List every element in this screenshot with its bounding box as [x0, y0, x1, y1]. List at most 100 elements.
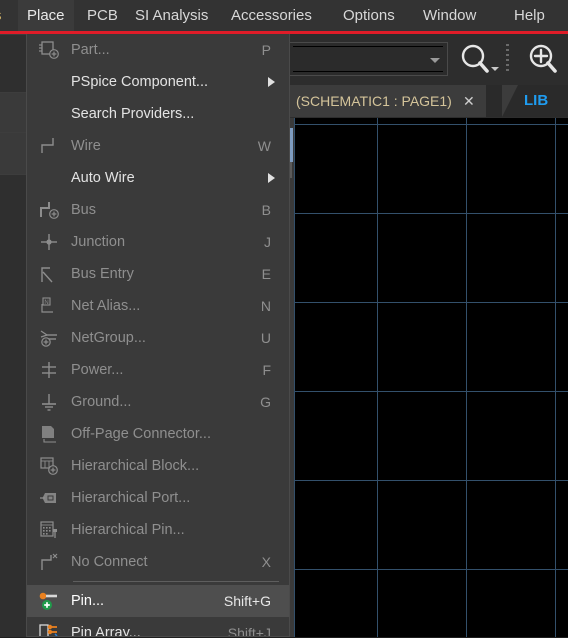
- close-icon[interactable]: ✕: [462, 93, 476, 109]
- menubar-item-si-analysis[interactable]: SI Analysis: [126, 0, 217, 31]
- menu-item-label: NetGroup...: [71, 330, 146, 346]
- menu-item-label: No Connect: [71, 554, 148, 570]
- menu-item-auto-wire[interactable]: Auto Wire: [27, 162, 289, 194]
- menu-item-shortcut: J: [264, 234, 271, 250]
- off-page-connector-icon: [27, 418, 71, 450]
- menu-item-hierarchical-port[interactable]: Hierarchical Port...: [27, 482, 289, 514]
- search-button[interactable]: [454, 39, 496, 81]
- menu-item-label: Hierarchical Port...: [71, 490, 191, 506]
- menu-item-shortcut: P: [261, 42, 271, 58]
- place-dropdown-menu: Part... P PSpice Component... Search Pro…: [26, 34, 290, 637]
- menu-item-junction[interactable]: Junction J: [27, 226, 289, 258]
- menubar-item-window[interactable]: Window: [414, 0, 485, 31]
- menu-item-hierarchical-pin[interactable]: Hierarchical Pin...: [27, 514, 289, 546]
- menu-item-label: Bus: [71, 202, 96, 218]
- menubar-item-help[interactable]: Help: [505, 0, 554, 31]
- junction-icon: [27, 226, 71, 258]
- menu-item-ground[interactable]: Ground... G: [27, 386, 289, 418]
- menu-item-bus[interactable]: Bus B: [27, 194, 289, 226]
- menubar: s Place PCB SI Analysis Accessories Opti…: [0, 0, 568, 34]
- menu-item-label: Junction: [71, 234, 126, 250]
- menu-item-label: Ground...: [71, 394, 132, 410]
- pin-array-icon: [27, 617, 71, 636]
- menubar-item-accessories[interactable]: Accessories: [222, 0, 321, 31]
- menubar-item-place[interactable]: Place: [18, 0, 74, 31]
- chevron-down-icon[interactable]: [430, 58, 440, 63]
- menubar-item-truncated[interactable]: s: [0, 0, 4, 31]
- chevron-right-icon: [268, 77, 275, 87]
- zoom-in-button[interactable]: [522, 39, 564, 81]
- application-window: CSDN @怡步晓心I (SCHEMATIC1: [0, 0, 568, 637]
- power-icon: [27, 354, 71, 386]
- menu-item-pspice-component[interactable]: PSpice Component...: [27, 66, 289, 98]
- tab-schematic1-page1[interactable]: (SCHEMATIC1 : PAGE1) ✕: [288, 85, 486, 117]
- menu-item-netgroup[interactable]: NetGroup... U: [27, 322, 289, 354]
- wire-icon: [27, 130, 71, 162]
- menu-item-part[interactable]: Part... P: [27, 34, 289, 66]
- tab-lib[interactable]: LIB: [524, 85, 548, 117]
- no-icon: [27, 66, 71, 98]
- menu-item-shortcut: F: [262, 362, 271, 378]
- menu-separator: [27, 578, 289, 585]
- menu-item-bus-entry[interactable]: Bus Entry E: [27, 258, 289, 290]
- menu-item-shortcut: W: [257, 138, 271, 154]
- menu-item-shortcut: Shift+J: [227, 625, 271, 637]
- no-icon: [27, 162, 71, 194]
- search-dropdown-icon[interactable]: [491, 67, 499, 71]
- menu-item-shortcut: E: [261, 266, 271, 282]
- menu-item-off-page-connector[interactable]: Off-Page Connector...: [27, 418, 289, 450]
- svg-text:N: N: [44, 300, 48, 306]
- chevron-right-icon: [268, 173, 275, 183]
- pin-icon: [27, 585, 71, 617]
- combobox-top-rule: [293, 46, 443, 47]
- menu-item-power[interactable]: Power... F: [27, 354, 289, 386]
- menu-item-shortcut: X: [261, 554, 271, 570]
- bus-icon: [27, 194, 71, 226]
- netgroup-icon: [27, 322, 71, 354]
- menu-item-wire[interactable]: Wire W: [27, 130, 289, 162]
- place-part-icon: [27, 34, 71, 66]
- tab-label: (SCHEMATIC1 : PAGE1): [296, 93, 452, 109]
- no-icon: [27, 98, 71, 130]
- menu-item-label: Pin Array...: [71, 625, 141, 637]
- menu-item-label: Auto Wire: [71, 170, 135, 186]
- menu-item-label: Part...: [71, 42, 110, 58]
- menubar-item-pcb[interactable]: PCB: [78, 0, 127, 31]
- menu-item-shortcut: B: [261, 202, 271, 218]
- menu-item-shortcut: U: [260, 330, 271, 346]
- menu-item-shortcut: G: [260, 394, 271, 410]
- bus-entry-icon: [27, 258, 71, 290]
- menu-item-label: PSpice Component...: [71, 74, 209, 90]
- hierarchical-port-icon: [27, 482, 71, 514]
- menu-item-label: Hierarchical Block...: [71, 458, 200, 474]
- menu-item-no-connect[interactable]: No Connect X: [27, 546, 289, 578]
- hierarchical-block-icon: [27, 450, 71, 482]
- menu-item-shortcut: N: [260, 298, 271, 314]
- hierarchical-pin-icon: [27, 514, 71, 546]
- menu-item-hierarchical-block[interactable]: Hierarchical Block...: [27, 450, 289, 482]
- combobox-bottom-rule: [293, 71, 443, 72]
- menu-item-label: Bus Entry: [71, 266, 134, 282]
- menu-item-pin-array[interactable]: Pin Array... Shift+J: [27, 617, 289, 637]
- menu-item-search-providers[interactable]: Search Providers...: [27, 98, 289, 130]
- schematic-canvas[interactable]: CSDN @怡步晓心I: [294, 118, 568, 637]
- toolbar-grip[interactable]: [506, 44, 509, 74]
- document-tabstrip: (SCHEMATIC1 : PAGE1) ✕ LIB: [288, 85, 568, 117]
- left-dock-rail: [0, 34, 26, 637]
- menu-item-label: Net Alias...: [71, 298, 141, 314]
- menu-item-pin[interactable]: Pin... Shift+G: [27, 585, 289, 617]
- menu-item-label: Wire: [71, 138, 101, 154]
- net-alias-icon: N: [27, 290, 71, 322]
- toolbar: [288, 37, 568, 85]
- search-combobox[interactable]: [288, 42, 448, 76]
- menu-item-label: Off-Page Connector...: [71, 426, 211, 442]
- search-icon: [461, 44, 489, 73]
- menu-item-shortcut: Shift+G: [223, 593, 271, 609]
- menu-item-label: Hierarchical Pin...: [71, 522, 185, 538]
- menubar-item-options[interactable]: Options: [334, 0, 404, 31]
- menu-item-label: Search Providers...: [71, 106, 195, 122]
- ground-icon: [27, 386, 71, 418]
- menu-item-label: Power...: [71, 362, 124, 378]
- zoom-in-icon: [529, 44, 557, 73]
- menu-item-net-alias[interactable]: N Net Alias... N: [27, 290, 289, 322]
